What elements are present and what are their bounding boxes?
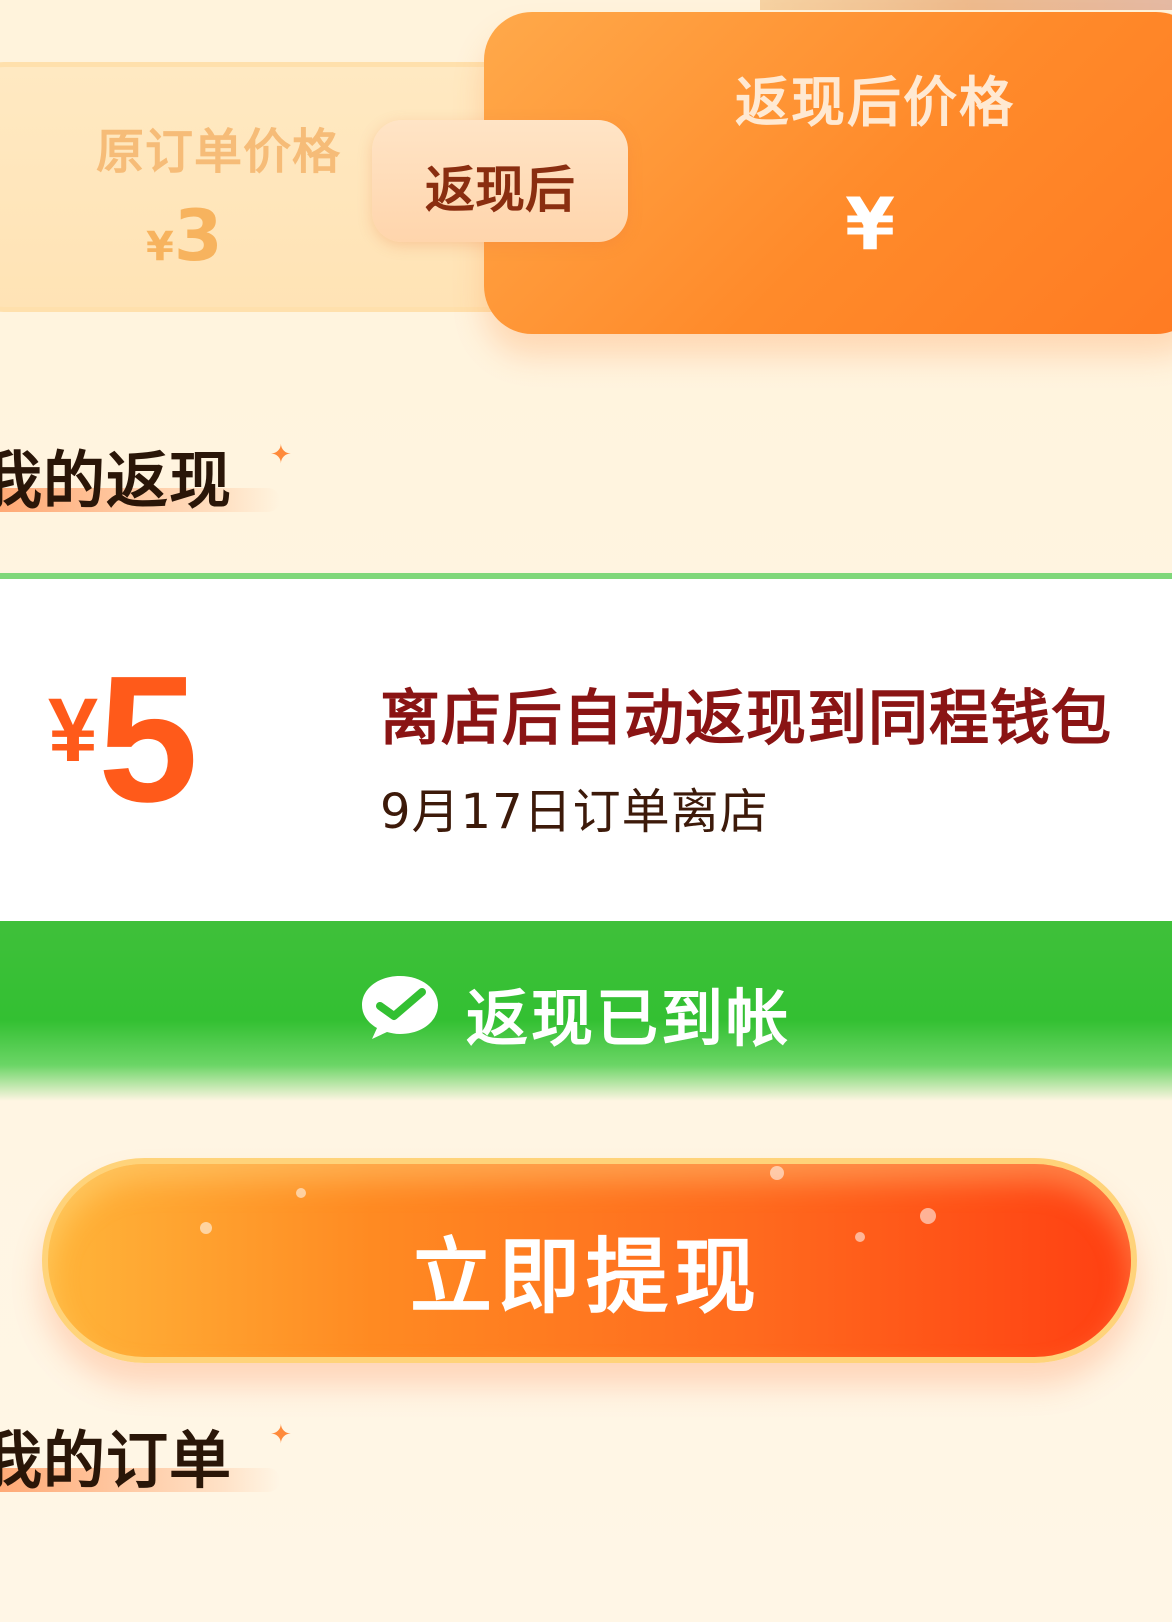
orders-section-title: 我的订单 xyxy=(0,1424,233,1497)
sparkle-dot xyxy=(770,1166,784,1180)
cashback-amount-symbol: ¥ xyxy=(48,681,99,781)
original-price-label: 原订单价格 xyxy=(96,124,342,180)
cashback-date: 9月17日订单离店 xyxy=(380,784,769,840)
withdraw-now-label[interactable]: 立即提现 xyxy=(0,1210,1172,1329)
original-price-symbol: ¥ xyxy=(146,224,174,270)
after-cashback-tag-label: 返现后 xyxy=(425,161,575,219)
cashback-section-title: 我的返现 xyxy=(0,444,233,517)
sparkle-dot xyxy=(296,1188,306,1198)
wechat-pay-icon xyxy=(362,976,438,1039)
cashback-amount-number: 5 xyxy=(98,639,199,840)
cashback-status-text: 返现已到帐 xyxy=(466,982,792,1055)
after-cashback-price-label: 返现后价格 xyxy=(735,71,1015,134)
original-price-number: 3 xyxy=(173,195,223,277)
after-cashback-price-value: ¥ xyxy=(845,182,896,266)
original-price-value: ¥3 xyxy=(146,195,223,277)
sparkle-icon: ✦ xyxy=(270,1420,292,1450)
sparkle-icon: ✦ xyxy=(270,440,292,470)
cashback-description: 离店后自动返现到同程钱包 xyxy=(380,684,1112,754)
cashback-amount: ¥5 xyxy=(48,650,198,830)
cashback-page: 原订单价格 ¥3 返现后价格 ¥ 返现后 我的返现 ✦ ¥5 离店后自动返现到同… xyxy=(0,0,1172,1622)
top-banner-edge xyxy=(760,0,1172,10)
